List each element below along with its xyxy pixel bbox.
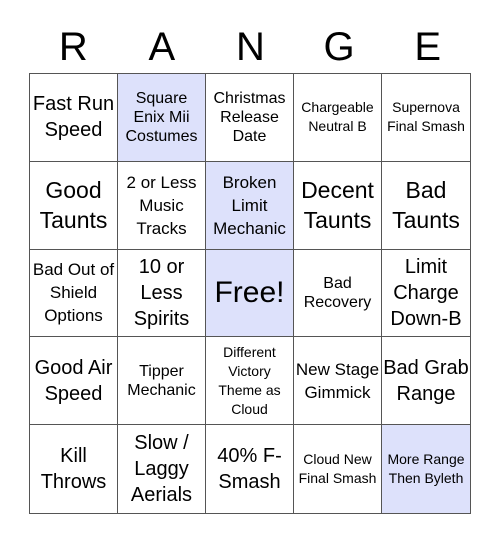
bingo-cell-label: Square Enix Mii Costumes bbox=[125, 89, 198, 145]
bingo-cell[interactable]: 2 or Less Music Tracks bbox=[118, 161, 206, 250]
bingo-cell[interactable]: Good Air Speed bbox=[30, 337, 118, 426]
bingo-cell[interactable]: New Stage Gimmick bbox=[294, 337, 382, 426]
header-letter-a: A bbox=[148, 25, 176, 69]
bingo-cell[interactable]: Good Taunts bbox=[30, 161, 118, 250]
bingo-cell[interactable]: Different Victory Theme as Cloud bbox=[206, 337, 294, 426]
bingo-cell-label: 40% F-Smash bbox=[217, 445, 282, 494]
bingo-cell-label: Bad Grab Range bbox=[383, 356, 469, 405]
bingo-cell[interactable]: Supernova Final Smash bbox=[382, 74, 470, 162]
bingo-header: R A N G E bbox=[29, 22, 472, 72]
header-letter-e: E bbox=[414, 25, 442, 69]
bingo-cell-label: Fast Run Speed bbox=[32, 93, 115, 142]
header-letter-r: R bbox=[58, 25, 88, 69]
bingo-cell-label: New Stage Gimmick bbox=[295, 359, 380, 402]
bingo-cell-label: Kill Throws bbox=[40, 445, 107, 494]
bingo-cell-label: Chargeable Neutral B bbox=[301, 99, 374, 135]
bingo-cell[interactable]: Decent Taunts bbox=[294, 161, 382, 250]
bingo-cell[interactable]: Tipper Mechanic bbox=[118, 337, 206, 426]
bingo-cell[interactable]: Broken Limit Mechanic bbox=[206, 161, 294, 250]
bingo-cell-label: Bad Taunts bbox=[392, 177, 460, 234]
bingo-cell[interactable]: Fast Run Speed bbox=[30, 74, 118, 162]
bingo-cell-label: Free! bbox=[214, 275, 285, 309]
header-letter-n: N bbox=[236, 25, 265, 69]
bingo-cell[interactable]: Christmas Release Date bbox=[206, 74, 294, 162]
bingo-cell-label: Slow / Laggy Aerials bbox=[130, 432, 193, 507]
bingo-cell[interactable]: Square Enix Mii Costumes bbox=[118, 74, 206, 162]
bingo-cell[interactable]: Limit Charge Down-B bbox=[382, 250, 470, 338]
bingo-cell[interactable]: Slow / Laggy Aerials bbox=[118, 425, 206, 513]
bingo-cell[interactable]: More Range Then Byleth bbox=[382, 425, 470, 513]
bingo-cell[interactable]: 40% F-Smash bbox=[206, 425, 294, 513]
bingo-cell[interactable]: Bad Taunts bbox=[382, 162, 470, 250]
free-space-cell[interactable]: Free! bbox=[206, 249, 294, 338]
bingo-cell-label: Good Air Speed bbox=[34, 356, 113, 405]
bingo-cell[interactable]: 10 or Less Spirits bbox=[118, 249, 206, 338]
bingo-cell-label: Broken Limit Mechanic bbox=[213, 172, 286, 238]
bingo-cell[interactable]: Bad Recovery bbox=[294, 249, 382, 338]
bingo-cell[interactable]: Kill Throws bbox=[30, 425, 118, 513]
bingo-cell[interactable]: Cloud New Final Smash bbox=[294, 425, 382, 513]
bingo-cell-label: Bad Recovery bbox=[303, 274, 372, 311]
bingo-cell-label: Christmas Release Date bbox=[213, 89, 286, 145]
bingo-cell-label: Tipper Mechanic bbox=[127, 362, 196, 399]
bingo-cell[interactable]: Bad Out of Shield Options bbox=[30, 249, 118, 338]
bingo-card-grid: Fast Run Speed Square Enix Mii Costumes Ch… bbox=[29, 73, 471, 514]
bingo-cell-label: 2 or Less Music Tracks bbox=[126, 172, 197, 238]
bingo-cell-label: 10 or Less Spirits bbox=[133, 255, 190, 330]
bingo-cell-label: Good Taunts bbox=[39, 177, 108, 234]
bingo-cell-label: Different Victory Theme as Cloud bbox=[218, 343, 281, 417]
bingo-cell-label: More Range Then Byleth bbox=[387, 451, 465, 487]
bingo-cell-label: Cloud New Final Smash bbox=[298, 451, 377, 487]
bingo-cell-label: Limit Charge Down-B bbox=[390, 255, 462, 330]
bingo-cell[interactable]: Chargeable Neutral B bbox=[294, 74, 382, 162]
bingo-cell[interactable]: Bad Grab Range bbox=[382, 337, 470, 426]
bingo-cell-label: Bad Out of Shield Options bbox=[32, 260, 115, 326]
header-letter-g: G bbox=[323, 25, 355, 69]
bingo-cell-label: Supernova Final Smash bbox=[387, 99, 465, 135]
bingo-cell-label: Decent Taunts bbox=[301, 177, 374, 234]
